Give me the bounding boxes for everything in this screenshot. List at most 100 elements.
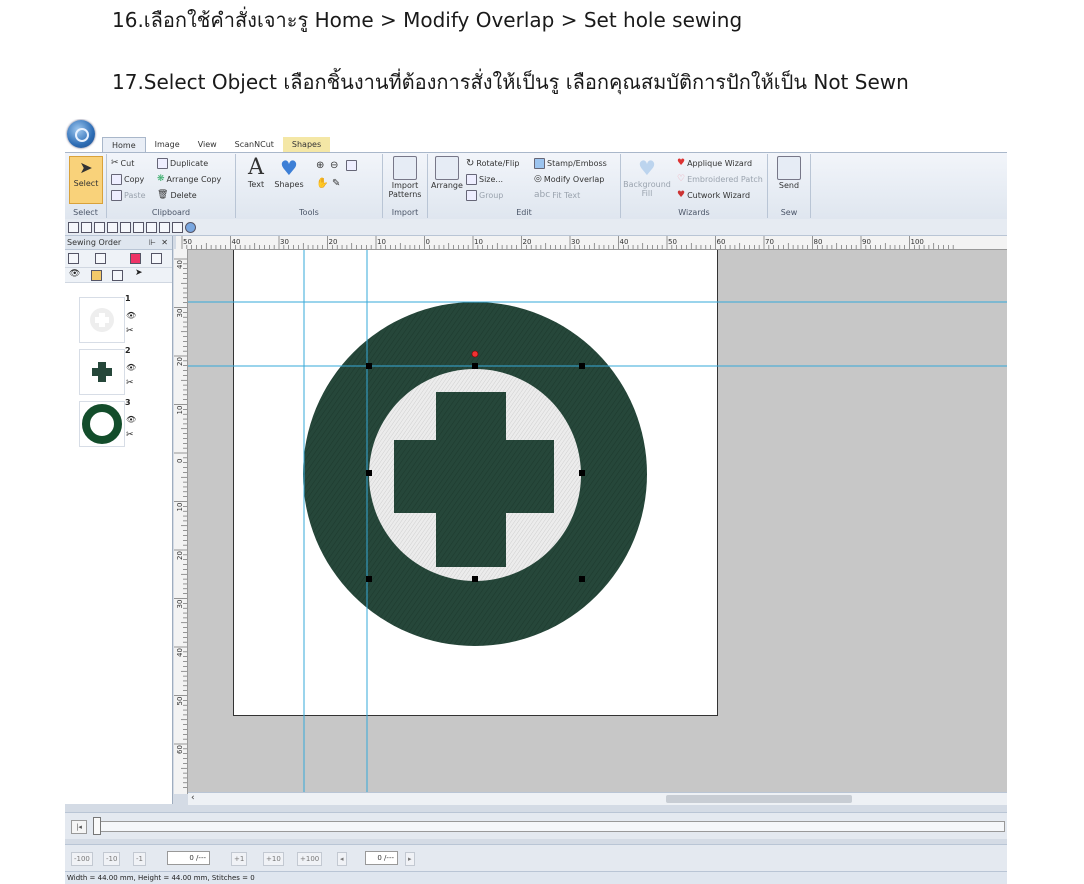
- open-icon[interactable]: [81, 222, 92, 233]
- scroll-left-arrow-icon[interactable]: ‹: [191, 793, 195, 803]
- thread-color-icon[interactable]: [130, 253, 141, 264]
- tab-view[interactable]: View: [189, 137, 226, 152]
- application-menu-button[interactable]: [67, 120, 95, 148]
- cut-button[interactable]: ✂ Cut: [111, 158, 134, 168]
- measure-button[interactable]: ✎: [332, 178, 340, 189]
- zoom-in-button[interactable]: ⊕: [316, 160, 324, 171]
- redo-icon[interactable]: [133, 222, 144, 233]
- sew-simulator-icon[interactable]: [172, 222, 183, 233]
- step-minus-10-button[interactable]: -10: [103, 852, 121, 866]
- scrollbar-thumb[interactable]: [666, 795, 852, 803]
- tab-image[interactable]: Image: [146, 137, 189, 152]
- ruler-tick-label: 30: [571, 238, 580, 246]
- rewind-icon[interactable]: |◂: [71, 820, 87, 834]
- ruler-tick-label: 10: [377, 238, 386, 246]
- duplicate-label: Duplicate: [170, 159, 209, 168]
- step-minus-1-button[interactable]: -1: [133, 852, 146, 866]
- cutwork-wizard-button[interactable]: ♥ Cutwork Wizard: [677, 190, 750, 200]
- design-property-icon[interactable]: [146, 222, 157, 233]
- rotate-handle[interactable]: [471, 350, 479, 358]
- undo-icon[interactable]: [120, 222, 131, 233]
- embroidered-patch-button[interactable]: ♡ Embroidered Patch: [677, 174, 763, 184]
- applique-wizard-button[interactable]: ♥ Applique Wizard: [677, 158, 752, 168]
- sewing-order-header: Sewing Order ⊩ ✕: [65, 236, 172, 250]
- group-tools: A Text ♥ Shapes ⊕ ⊖ ✋ ✎ Tools: [236, 154, 383, 218]
- arrange-copy-button[interactable]: ❋ Arrange Copy: [157, 174, 221, 184]
- new-icon[interactable]: [68, 222, 79, 233]
- zoom-fit-icon: [346, 160, 357, 171]
- stitch-position-field[interactable]: 0 /---: [167, 851, 210, 865]
- shapes-button[interactable]: ♥ Shapes: [274, 156, 304, 189]
- group-label-edit: Edit: [516, 208, 532, 217]
- text-button[interactable]: A Text: [242, 156, 270, 190]
- stitch-slider-thumb[interactable]: [93, 817, 101, 835]
- preview-icon[interactable]: [107, 222, 118, 233]
- copy-button[interactable]: Copy: [111, 174, 144, 185]
- shapes-label: Shapes: [274, 180, 304, 189]
- visibility-eye-icon[interactable]: 👁: [126, 363, 136, 372]
- fit-text-button[interactable]: abc Fit Text: [534, 190, 580, 200]
- step-plus-100-button[interactable]: +100: [297, 852, 323, 866]
- realistic-view-icon[interactable]: [159, 222, 170, 233]
- visibility-eye-icon[interactable]: 👁: [126, 415, 136, 424]
- frame-icon[interactable]: [151, 253, 162, 264]
- size-button[interactable]: Size...: [466, 174, 503, 185]
- next-color-button[interactable]: ▸: [405, 852, 415, 866]
- delete-button[interactable]: 🗑 Delete: [157, 190, 197, 200]
- previous-color-button[interactable]: ◂: [337, 852, 347, 866]
- modify-overlap-button[interactable]: ◎ Modify Overlap: [534, 174, 604, 184]
- group-button[interactable]: Group: [466, 190, 503, 201]
- cursor-icon[interactable]: ➤: [135, 268, 143, 278]
- eye-icon[interactable]: 👁: [69, 269, 80, 279]
- sewing-order-item-2[interactable]: 2 👁 ✂: [79, 346, 141, 397]
- step-plus-1-button[interactable]: +1: [231, 852, 248, 866]
- arrange-button[interactable]: Arrange: [430, 156, 464, 190]
- close-icon[interactable]: ✕: [161, 236, 168, 249]
- save-icon[interactable]: [94, 222, 105, 233]
- visibility-eye-icon[interactable]: 👁: [126, 311, 136, 320]
- cut-thread-icon[interactable]: ✂: [126, 326, 134, 336]
- step-minus-100-button[interactable]: -100: [71, 852, 93, 866]
- duplicate-button[interactable]: Duplicate: [157, 158, 208, 169]
- paste-button[interactable]: Paste: [111, 190, 146, 201]
- lock-icon[interactable]: [91, 270, 102, 281]
- select-button[interactable]: ➤ Select: [69, 156, 103, 204]
- import-patterns-label: Import Patterns: [388, 181, 422, 199]
- rotate-flip-button[interactable]: ↻ Rotate/Flip: [466, 158, 519, 169]
- ruler-tick-label: 50: [668, 238, 677, 246]
- background-fill-button[interactable]: ♥ Background Fill: [623, 156, 671, 198]
- sewing-order-item-3[interactable]: 3 👁 ✂: [79, 398, 141, 449]
- stitch-slider[interactable]: [95, 821, 1005, 832]
- horizontal-scrollbar[interactable]: ‹: [188, 792, 1007, 805]
- background-fill-icon: ♥: [638, 156, 656, 180]
- zoom-fit-button[interactable]: [346, 160, 357, 171]
- tab-home[interactable]: Home: [102, 137, 146, 152]
- pin-icon[interactable]: ⊩: [149, 236, 156, 249]
- tab-shapes[interactable]: Shapes: [282, 137, 331, 152]
- ribbon: ➤ Select Select ✂ Cut Copy Paste Duplicat…: [65, 152, 1007, 220]
- cutwork-heart-icon: ♥: [677, 190, 686, 200]
- design-canvas[interactable]: [188, 250, 1007, 792]
- cut-thread-icon[interactable]: ✂: [126, 378, 134, 388]
- sewing-order-item-1[interactable]: 1 👁 ✂: [79, 294, 141, 345]
- group-label-sew: Sew: [780, 208, 798, 217]
- zoom-out-button[interactable]: ⊖: [330, 160, 338, 171]
- view-mode-icon[interactable]: [68, 253, 79, 264]
- color-change-icon[interactable]: [95, 253, 106, 264]
- stamp-emboss-button[interactable]: Stamp/Emboss: [534, 158, 607, 169]
- cut-thread-icon[interactable]: ✂: [126, 430, 134, 440]
- step-plus-10-button[interactable]: +10: [263, 852, 284, 866]
- size-icon: [466, 174, 477, 185]
- help-icon[interactable]: [185, 222, 196, 233]
- arrange-icon: [435, 156, 459, 180]
- copy-icon: [111, 174, 122, 185]
- tab-scanncut[interactable]: ScanNCut: [226, 137, 283, 152]
- embroidery-design[interactable]: [188, 250, 1007, 792]
- send-button[interactable]: Send: [772, 156, 806, 190]
- quick-access-toolbar: [65, 219, 1007, 236]
- pan-button[interactable]: ✋: [316, 178, 328, 189]
- ruler-tick-label: 40: [176, 260, 184, 269]
- not-sewn-icon[interactable]: [112, 270, 123, 281]
- color-index-field[interactable]: 0 /---: [365, 851, 398, 865]
- import-patterns-button[interactable]: Import Patterns: [385, 156, 425, 199]
